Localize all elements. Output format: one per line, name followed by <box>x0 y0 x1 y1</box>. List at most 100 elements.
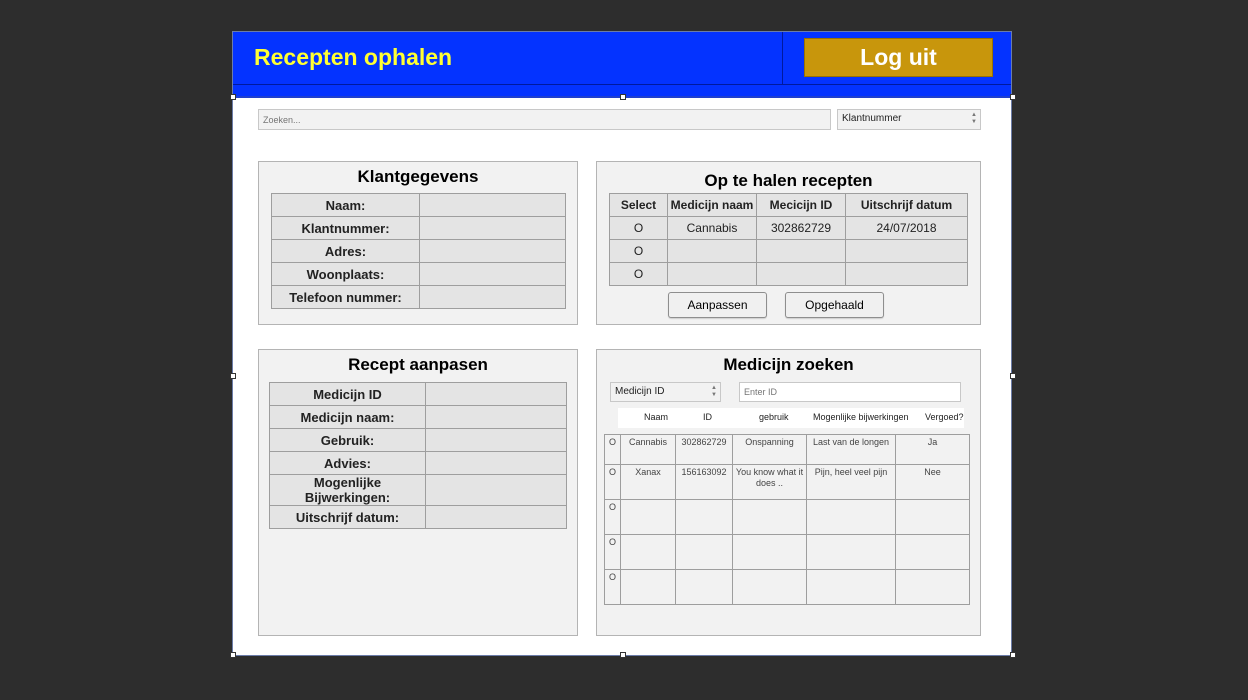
medicijn-column-headers: Naam ID gebruik Mogenlijke bijwerkingen … <box>618 408 964 428</box>
resize-handle[interactable] <box>230 652 236 658</box>
gebruik-field[interactable] <box>425 428 567 452</box>
table-cell <box>675 569 733 605</box>
table-row[interactable]: O <box>604 569 970 605</box>
table-row[interactable]: O <box>604 534 970 570</box>
adres-value <box>419 239 566 263</box>
select-radio[interactable]: O <box>609 239 668 263</box>
field-label: Medicijn ID <box>269 382 426 406</box>
table-cell <box>806 499 896 535</box>
table-row: Telefoon nummer: <box>271 285 566 309</box>
table-cell: Xanax <box>620 464 676 500</box>
klantnummer-value <box>419 216 566 240</box>
column-header: Mecicijn ID <box>756 193 846 217</box>
column-header: Vergoed? <box>925 412 964 422</box>
table-row[interactable]: O <box>609 239 968 263</box>
medicijn-filter-select[interactable]: Medicijn ID ▲ ▼ <box>610 382 721 402</box>
table-cell <box>806 569 896 605</box>
medicijn-naam-field[interactable] <box>425 405 567 429</box>
select-radio[interactable]: O <box>604 569 621 605</box>
resize-handle[interactable] <box>230 373 236 379</box>
app-window: Recepten ophalen Log uit Klantnummer ▲▼ … <box>232 31 1012 656</box>
search-filter-select[interactable]: Klantnummer ▲ ▼ <box>837 109 981 130</box>
table-cell <box>806 534 896 570</box>
table-row[interactable]: O Cannabis 302862729 Onspanning Last van… <box>604 434 970 465</box>
table-cell: 24/07/2018 <box>845 216 968 240</box>
select-arrows-icon: ▲ ▼ <box>711 385 717 398</box>
telefoon-value <box>419 285 566 309</box>
resize-handle[interactable] <box>1010 652 1016 658</box>
resize-handle[interactable] <box>620 652 626 658</box>
medicijn-table: O Cannabis 302862729 Onspanning Last van… <box>604 434 970 605</box>
table-row[interactable]: O Cannabis 302862729 24/07/2018 <box>609 216 968 240</box>
field-label: Telefoon nummer: <box>271 285 420 309</box>
recepten-panel: Op te halen recepten Select Medicijn naa… <box>596 161 981 325</box>
medicijn-id-field[interactable] <box>425 382 567 406</box>
table-cell: You know what it does .. <box>732 464 807 500</box>
column-header: Medicijn naam <box>667 193 757 217</box>
table-cell <box>895 499 970 535</box>
table-cell <box>756 262 846 286</box>
table-row: Klantnummer: <box>271 216 566 240</box>
table-cell: Onspanning <box>732 434 807 465</box>
klantgegevens-table: Naam: Klantnummer: Adres: Woonplaats: Te… <box>271 193 566 309</box>
advies-field[interactable] <box>425 451 567 475</box>
klantgegevens-panel: Klantgegevens Naam: Klantnummer: Adres: … <box>258 161 578 325</box>
field-label: Medicijn naam: <box>269 405 426 429</box>
medicijn-zoeken-title: Medicijn zoeken <box>723 355 854 374</box>
select-radio[interactable]: O <box>609 262 668 286</box>
resize-handle[interactable] <box>1010 373 1016 379</box>
select-radio[interactable]: O <box>604 534 621 570</box>
aanpassen-button[interactable]: Aanpassen <box>668 292 767 318</box>
table-cell <box>620 569 676 605</box>
field-label: Uitschrijf datum: <box>269 505 426 529</box>
field-label: Gebruik: <box>269 428 426 452</box>
table-cell: Last van de longen <box>806 434 896 465</box>
table-cell: 302862729 <box>756 216 846 240</box>
table-row[interactable]: O <box>604 499 970 535</box>
resize-handle[interactable] <box>230 94 236 100</box>
select-radio[interactable]: O <box>604 499 621 535</box>
table-row: Adres: <box>271 239 566 263</box>
search-input[interactable] <box>258 109 831 130</box>
woonplaats-value <box>419 262 566 286</box>
table-cell <box>667 262 757 286</box>
header-bar: Recepten ophalen Log uit <box>233 32 1011 98</box>
table-cell <box>895 534 970 570</box>
klantgegevens-title: Klantgegevens <box>357 167 479 186</box>
recept-aanpassen-table: Medicijn ID Medicijn naam: Gebruik: Advi… <box>269 382 567 529</box>
table-cell: Cannabis <box>667 216 757 240</box>
select-radio[interactable]: O <box>604 434 621 465</box>
resize-handle[interactable] <box>1010 94 1016 100</box>
recepten-table: Select Medicijn naam Mecicijn ID Uitschr… <box>609 193 968 286</box>
table-cell <box>667 239 757 263</box>
opgehaald-button[interactable]: Opgehaald <box>785 292 884 318</box>
resize-handle[interactable] <box>620 94 626 100</box>
column-header: Uitschrijf datum <box>845 193 968 217</box>
select-radio[interactable]: O <box>609 216 668 240</box>
bijwerkingen-field[interactable] <box>425 474 567 506</box>
table-row: Medicijn naam: <box>269 405 567 429</box>
table-row: Advies: <box>269 451 567 475</box>
column-header: Select <box>609 193 668 217</box>
table-cell <box>895 569 970 605</box>
table-row: Woonplaats: <box>271 262 566 286</box>
table-cell: Pijn, heel veel pijn <box>806 464 896 500</box>
uitschrijf-datum-field[interactable] <box>425 505 567 529</box>
field-label: Naam: <box>271 193 420 217</box>
field-label: Adres: <box>271 239 420 263</box>
logout-button[interactable]: Log uit <box>804 38 993 77</box>
medicijn-id-input[interactable] <box>739 382 961 402</box>
field-label: Mogenlijke Bijwerkingen: <box>269 474 426 506</box>
header-divider <box>233 84 1011 85</box>
select-radio[interactable]: O <box>604 464 621 500</box>
table-row: Mogenlijke Bijwerkingen: <box>269 474 567 506</box>
table-row[interactable]: O Xanax 156163092 You know what it does … <box>604 464 970 500</box>
field-label: Advies: <box>269 451 426 475</box>
table-row: Naam: <box>271 193 566 217</box>
select-arrows-icon: ▲ ▼ <box>971 112 977 125</box>
table-header-row: Select Medicijn naam Mecicijn ID Uitschr… <box>609 193 968 217</box>
table-row[interactable]: O <box>609 262 968 286</box>
table-row: Medicijn ID <box>269 382 567 406</box>
column-header: Mogenlijke bijwerkingen <box>813 412 909 422</box>
table-cell: 302862729 <box>675 434 733 465</box>
